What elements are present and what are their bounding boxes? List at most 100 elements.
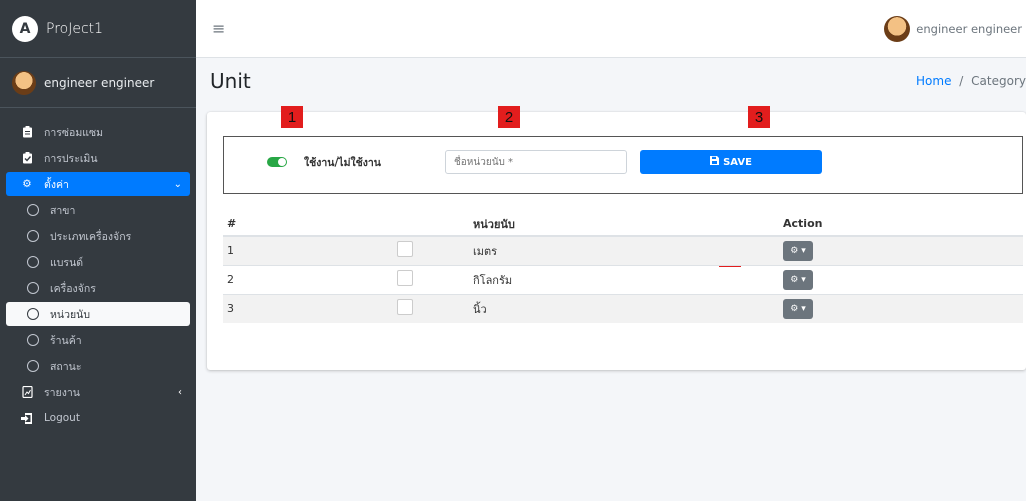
sidebar-item-report[interactable]: รายงาน ‹ (6, 380, 190, 404)
table-header-row: # หน่วยนับ Action (223, 212, 1023, 237)
row-checkbox[interactable] (397, 270, 413, 286)
table-row: 3 นิ้ว ⚙ ▾ (223, 293, 1023, 323)
unit-name-input[interactable] (445, 150, 627, 174)
sidebar-item-label: เครื่องจักร (50, 282, 96, 295)
row-action-cell: ⚙ ▾ (779, 293, 1023, 323)
row-checkbox[interactable] (397, 241, 413, 258)
content-header: Unit Home / Category (196, 58, 1026, 104)
gear-icon: ⚙ (790, 274, 799, 285)
menu-toggle-icon[interactable]: ≡ (212, 19, 225, 38)
sidebar: A ProJect1 engineer engineer การซ่อมแซม … (0, 0, 196, 501)
save-button[interactable]: SAVE (640, 150, 822, 174)
row-checkbox-cell (393, 264, 469, 294)
brand-logo: A (12, 15, 38, 42)
sidebar-item-label: สาขา (50, 204, 76, 217)
circle-icon (24, 256, 42, 268)
circle-icon (24, 282, 42, 294)
sidebar-item-repair[interactable]: การซ่อมแซม (6, 120, 190, 144)
table-row: 2 กิโลกรัม ⚙ ▾ (223, 264, 1023, 294)
save-icon (710, 156, 720, 168)
brand-title: ProJect1 (46, 20, 104, 37)
sidebar-item-logout[interactable]: Logout (6, 406, 190, 430)
save-button-label: SAVE (723, 156, 752, 168)
sidebar-item-machine-type[interactable]: ประเภทเครื่องจักร (6, 224, 190, 248)
unit-form: ใช้งาน/ไม่ใช้งาน SAVE (223, 136, 1023, 194)
sidebar-item-label: หน่วยนับ (50, 308, 90, 321)
avatar (884, 15, 911, 42)
caret-down-icon: ▾ (801, 245, 806, 256)
column-header-action: Action (779, 212, 1023, 237)
sidebar-item-label: ตั้งค่า (44, 178, 69, 191)
chevron-left-icon: ‹ (178, 386, 182, 398)
sidebar-item-label: รายงาน (44, 386, 80, 399)
row-action-cell: ⚙ ▾ (779, 235, 1023, 265)
clipboard-icon (18, 126, 36, 138)
user-name: engineer engineer (44, 75, 155, 90)
column-header-num: # (223, 212, 393, 237)
breadcrumb-separator: / (959, 74, 964, 88)
top-user-menu[interactable]: engineer engineer (884, 15, 1022, 42)
unit-card: ใช้งาน/ไม่ใช้งาน SAVE 1 2 3 4 # หน่วยนับ… (207, 106, 1026, 370)
circle-icon (24, 360, 42, 372)
sidebar-item-settings[interactable]: ⚙ ตั้งค่า ⌄ (6, 172, 190, 196)
column-header-check (393, 212, 469, 237)
action-dropdown-button[interactable]: ⚙ ▾ (783, 298, 813, 319)
sidebar-item-status[interactable]: สถานะ (6, 354, 190, 378)
sidebar-item-label: การประเมิน (44, 152, 98, 165)
sidebar-item-branch[interactable]: สาขา (6, 198, 190, 222)
caret-down-icon: ▾ (801, 303, 806, 314)
annotation-badge-1: 1 (281, 106, 303, 128)
active-toggle-label: ใช้งาน/ไม่ใช้งาน (304, 157, 381, 169)
circle-icon (24, 230, 42, 242)
sidebar-item-label: การซ่อมแซม (44, 126, 104, 139)
breadcrumb-home-link[interactable]: Home (916, 74, 951, 88)
row-unit: นิ้ว (469, 293, 779, 323)
breadcrumb: Home / Category (916, 74, 1026, 88)
sidebar-item-shop[interactable]: ร้านค้า (6, 328, 190, 352)
circle-icon (24, 204, 42, 216)
row-checkbox-cell (393, 235, 469, 265)
sidebar-item-label: ประเภทเครื่องจักร (50, 230, 132, 243)
row-num: 2 (223, 264, 393, 294)
sidebar-item-brand[interactable]: แบรนด์ (6, 250, 190, 274)
row-unit: เมตร (469, 235, 779, 265)
circle-icon (24, 334, 42, 346)
user-panel[interactable]: engineer engineer (0, 58, 196, 108)
sidebar-item-label: สถานะ (50, 360, 82, 373)
action-dropdown-button[interactable]: ⚙ ▾ (783, 269, 813, 290)
sidebar-nav: การซ่อมแซม การประเมิน ⚙ ตั้งค่า ⌄ สาขา ป… (0, 108, 196, 430)
sidebar-item-label: Logout (44, 412, 80, 424)
action-dropdown-button[interactable]: ⚙ ▾ (783, 240, 813, 261)
annotation-badge-3: 3 (748, 106, 770, 128)
gear-icon: ⚙ (790, 303, 799, 314)
report-icon (18, 386, 36, 398)
row-unit: กิโลกรัม (469, 264, 779, 294)
avatar (12, 70, 36, 95)
page-title: Unit (210, 69, 251, 93)
check-clipboard-icon (18, 152, 36, 164)
row-checkbox[interactable] (397, 299, 413, 316)
annotation-badge-2: 2 (498, 106, 520, 128)
column-header-unit: หน่วยนับ (469, 212, 779, 237)
logout-icon (18, 412, 36, 424)
row-checkbox-cell (393, 293, 469, 323)
top-navbar: ≡ engineer engineer (196, 0, 1026, 58)
circle-icon (24, 308, 42, 320)
row-num: 3 (223, 293, 393, 323)
brand[interactable]: A ProJect1 (0, 0, 196, 58)
sidebar-item-label: ร้านค้า (50, 334, 82, 347)
gear-icon: ⚙ (790, 245, 799, 256)
active-toggle[interactable] (267, 157, 287, 167)
caret-down-icon: ▾ (801, 274, 806, 285)
sidebar-item-evaluation[interactable]: การประเมิน (6, 146, 190, 170)
sidebar-item-machine[interactable]: เครื่องจักร (6, 276, 190, 300)
chevron-down-icon: ⌄ (173, 178, 182, 190)
unit-table: # หน่วยนับ Action 1 เมตร ⚙ ▾ 2 กิโลกรัม … (223, 212, 1023, 323)
row-num: 1 (223, 235, 393, 265)
breadcrumb-current: Category (971, 74, 1026, 88)
sidebar-item-label: แบรนด์ (50, 256, 84, 269)
gear-icon: ⚙ (22, 178, 32, 190)
row-action-cell: ⚙ ▾ (779, 264, 1023, 294)
sidebar-item-unit[interactable]: หน่วยนับ (6, 302, 190, 326)
top-user-name: engineer engineer (916, 21, 1022, 36)
